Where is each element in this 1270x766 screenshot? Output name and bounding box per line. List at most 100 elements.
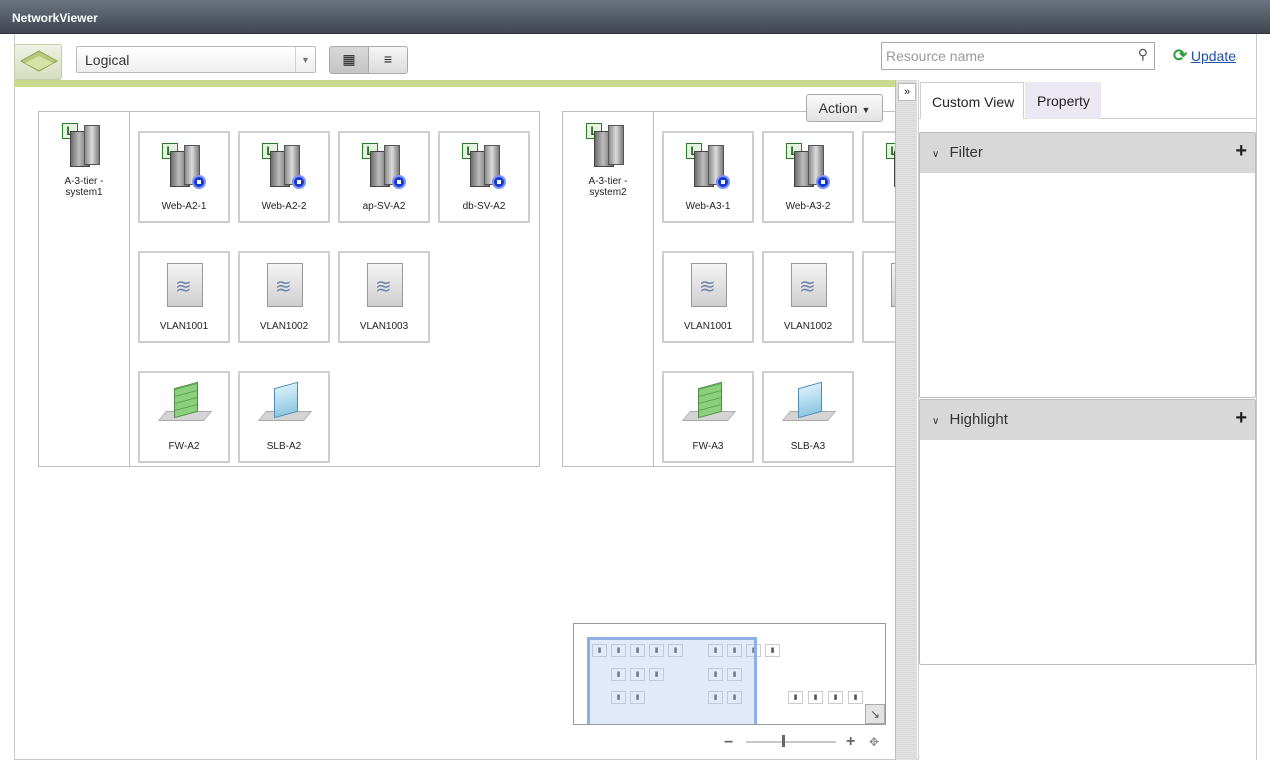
tab-custom-view[interactable]: Custom View <box>920 82 1024 119</box>
view-mode-select[interactable]: Logical ▼ <box>76 46 316 73</box>
minimap-node: ▮ <box>848 691 863 704</box>
load-balancer-icon <box>781 381 837 429</box>
minimap-node: ▮ <box>808 691 823 704</box>
vlan-node[interactable]: VLAN1002 <box>762 251 854 343</box>
node-label: Web-A2-2 <box>261 201 307 212</box>
update-link[interactable]: ⟳ Update <box>1173 46 1236 66</box>
node-label: SLB-A2 <box>266 441 302 452</box>
vlan-node[interactable]: VL <box>862 251 895 343</box>
fit-to-screen-icon[interactable]: ✥ <box>869 735 879 749</box>
zoom-slider[interactable] <box>746 741 836 743</box>
server-node[interactable]: L db-SV-A2 <box>438 131 530 223</box>
filter-header[interactable]: ∨ Filter + <box>920 133 1255 173</box>
node-label: SLB-A3 <box>790 441 826 452</box>
vlan-node[interactable]: VLAN1001 <box>662 251 754 343</box>
vlan-icon <box>884 263 895 309</box>
node-label: VLAN1001 <box>683 321 733 332</box>
server-icon: L <box>884 143 895 189</box>
add-highlight-icon[interactable]: + <box>1235 407 1247 430</box>
search-input[interactable] <box>884 44 1124 68</box>
refresh-icon: ⟳ <box>1173 46 1188 65</box>
node-label: VLAN1002 <box>783 321 833 332</box>
server-node[interactable]: L Web-A2-2 <box>238 131 330 223</box>
minimap-node: ▮ <box>828 691 843 704</box>
server-node[interactable]: L Web-A2-1 <box>138 131 230 223</box>
firewall-node[interactable]: FW-A2 <box>138 371 230 463</box>
zoom-out-icon[interactable]: − <box>724 734 733 752</box>
server-icon: L <box>684 143 732 189</box>
server-icon: L <box>784 143 832 189</box>
update-label: Update <box>1190 48 1237 64</box>
grid-icon: ▦ <box>342 51 356 67</box>
action-button[interactable]: Action ▼ <box>806 94 883 122</box>
collapse-panel-icon[interactable]: » <box>898 83 916 101</box>
panel-splitter[interactable]: » <box>895 80 917 760</box>
action-label: Action <box>818 100 858 116</box>
load-balancer-node[interactable]: SLB-A3 <box>762 371 854 463</box>
node-label: VLAN1002 <box>259 321 309 332</box>
zoom-control: − + ✥ <box>724 733 884 754</box>
vlan-icon <box>360 263 408 309</box>
node-label: Web-A3-2 <box>785 201 831 212</box>
list-icon: ≡ <box>383 51 393 67</box>
system-label: A-3-tier -system2 <box>588 176 628 198</box>
node-label: VL <box>864 321 895 332</box>
server-node[interactable]: L Web-A3-2 <box>762 131 854 223</box>
view-mode-value: Logical <box>85 52 130 68</box>
load-balancer-node[interactable]: SLB-A2 <box>238 371 330 463</box>
vlan-icon <box>784 263 832 309</box>
minimap-node: ▮ <box>788 691 803 704</box>
server-icon: L <box>360 143 408 189</box>
window-title: NetworkViewer <box>0 0 1270 34</box>
node-label: FW-A3 <box>692 441 724 452</box>
highlight-section: ∨ Highlight + <box>919 399 1256 665</box>
node-label: ap <box>864 201 895 212</box>
chevron-down-icon[interactable]: ▼ <box>295 47 315 72</box>
node-label: Web-A2-1 <box>161 201 207 212</box>
server-icon: L <box>460 143 508 189</box>
side-panel: Custom View Property ∨ Filter + ∨ Highli… <box>918 80 1257 760</box>
layers-icon[interactable] <box>14 44 62 80</box>
list-view-button[interactable]: ≡ <box>368 46 408 74</box>
zoom-in-icon[interactable]: + <box>846 733 855 751</box>
server-node[interactable]: L ap <box>862 131 895 223</box>
chevron-down-icon: ∨ <box>932 416 940 427</box>
system-icon: L <box>584 123 632 169</box>
vlan-icon <box>684 263 732 309</box>
system-label: A-3-tier -system1 <box>64 176 104 198</box>
tab-property[interactable]: Property <box>1025 82 1101 119</box>
vlan-node[interactable]: VLAN1002 <box>238 251 330 343</box>
server-icon: L <box>160 143 208 189</box>
add-filter-icon[interactable]: + <box>1235 140 1247 163</box>
vlan-node[interactable]: VLAN1003 <box>338 251 430 343</box>
resize-corner-icon[interactable]: ↘ <box>865 704 885 724</box>
minimap-node: ▮ <box>765 644 780 657</box>
node-label: db-SV-A2 <box>462 201 506 212</box>
resource-search: ⚲ <box>881 42 1155 70</box>
firewall-icon <box>681 381 737 429</box>
minimap-viewport[interactable] <box>587 637 757 724</box>
node-label: Web-A3-1 <box>685 201 731 212</box>
vlan-icon <box>160 263 208 309</box>
server-node[interactable]: L ap-SV-A2 <box>338 131 430 223</box>
node-label: FW-A2 <box>168 441 200 452</box>
node-label: VLAN1001 <box>159 321 209 332</box>
node-label: VLAN1003 <box>359 321 409 332</box>
server-node[interactable]: L Web-A3-1 <box>662 131 754 223</box>
highlight-title: Highlight <box>949 411 1008 428</box>
zoom-slider-thumb[interactable] <box>782 735 785 747</box>
chevron-down-icon: ∨ <box>932 149 940 160</box>
filter-section: ∨ Filter + <box>919 132 1256 398</box>
firewall-node[interactable]: FW-A3 <box>662 371 754 463</box>
firewall-icon <box>157 381 213 429</box>
filter-title: Filter <box>949 144 983 161</box>
caret-down-icon: ▼ <box>861 105 871 115</box>
load-balancer-icon <box>257 381 313 429</box>
highlight-header[interactable]: ∨ Highlight + <box>920 400 1255 440</box>
minimap[interactable]: ▮ ▮ ▮ ▮ ▮ ▮ ▮ ▮ ▮ ▮ ▮ ▮ ▮ ▮ ▮ ▮ ▮ ▮ ▮ ▮ … <box>573 623 886 725</box>
grid-view-button[interactable]: ▦ <box>329 46 369 74</box>
vlan-node[interactable]: VLAN1001 <box>138 251 230 343</box>
search-icon[interactable]: ⚲ <box>1138 46 1148 63</box>
system-icon: L <box>60 123 108 169</box>
accent-strip <box>14 80 898 87</box>
